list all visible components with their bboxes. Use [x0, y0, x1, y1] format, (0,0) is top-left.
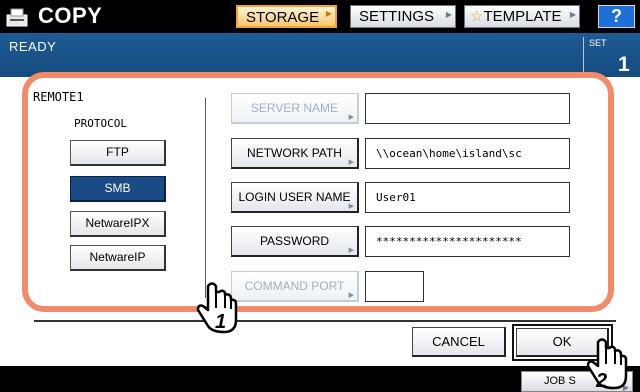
step-number: 1 [215, 311, 226, 333]
arrow-icon: ▶ [348, 247, 354, 254]
protocol-label: PROTOCOL [74, 117, 127, 130]
settings-label: SETTINGS [359, 8, 435, 25]
status-message: READY [9, 39, 57, 54]
arrow-icon: ▶ [569, 10, 576, 19]
status-bar: READY SET 1 [0, 33, 640, 77]
network-path-button[interactable]: NETWORK PATH ▶ [231, 138, 359, 169]
password-label: PASSWORD [259, 234, 330, 248]
set-count: 1 [618, 53, 630, 76]
divider [583, 37, 584, 73]
copier-icon [6, 8, 28, 27]
storage-button[interactable]: STORAGE ▶ [236, 5, 337, 28]
arrow-icon: ▶ [325, 9, 332, 18]
arrow-icon: ▶ [348, 159, 354, 166]
storage-label: STORAGE [246, 9, 320, 26]
cancel-button[interactable]: CANCEL [412, 327, 506, 357]
settings-button[interactable]: SETTINGS ▶ [350, 5, 456, 28]
arrow-icon: ▶ [348, 292, 354, 299]
network-path-label: NETWORK PATH [247, 146, 342, 160]
set-label: SET [589, 38, 607, 48]
server-name-label: SERVER NAME [250, 101, 339, 115]
protocol-smb-button[interactable]: SMB [70, 176, 166, 202]
divider [205, 98, 206, 298]
command-port-label: COMMAND PORT [244, 279, 345, 293]
template-label: TEMPLATE [483, 8, 562, 25]
server-name-field [365, 93, 570, 124]
login-user-name-button[interactable]: LOGIN USER NAME ▶ [231, 182, 359, 213]
star-icon: ☆ [470, 8, 484, 25]
login-user-name-field[interactable]: User01 [365, 182, 570, 213]
hand-pointer-icon: 1 [196, 282, 238, 334]
login-user-name-label: LOGIN USER NAME [238, 190, 351, 204]
arrow-icon: ▶ [445, 10, 452, 19]
job-status-label: JOB S [544, 375, 576, 387]
protocol-netwareipx-button[interactable]: NetwareIPX [70, 211, 166, 237]
help-button[interactable]: ? [598, 5, 635, 28]
divider [34, 320, 616, 322]
protocol-ftp-button[interactable]: FTP [70, 140, 166, 166]
template-button[interactable]: ☆TEMPLATE ▶ [464, 5, 580, 28]
command-port-field [365, 271, 424, 302]
server-name-button: SERVER NAME ▶ [231, 93, 359, 124]
command-port-button: COMMAND PORT ▶ [231, 271, 359, 302]
step-number: 2 [595, 370, 607, 392]
protocol-netwareip-button[interactable]: NetwareIP [70, 245, 166, 271]
remote-label: REMOTE1 [33, 90, 84, 104]
app-title: COPY [38, 3, 103, 28]
arrow-icon: ▶ [348, 114, 354, 121]
password-button[interactable]: PASSWORD ▶ [231, 226, 359, 257]
password-field[interactable]: ********************** [365, 226, 570, 257]
network-path-field[interactable]: \\ocean\home\island\sc [365, 138, 570, 169]
arrow-icon: ▶ [348, 203, 354, 210]
hand-pointer-icon: 2 [586, 338, 628, 392]
